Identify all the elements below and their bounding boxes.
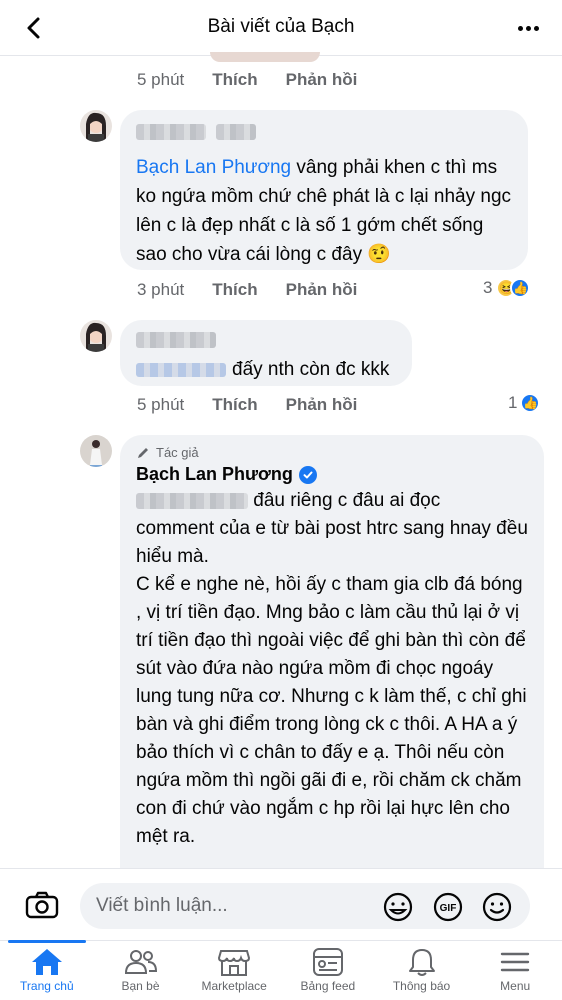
- svg-text:GIF: GIF: [440, 903, 457, 914]
- nav-feed-label: Bảng feed: [300, 979, 356, 993]
- more-icon-dot: [525, 25, 531, 31]
- bell-icon: [408, 949, 435, 976]
- comment-text-part: đấy nth còn đc kkk: [232, 359, 390, 380]
- home-icon: [31, 949, 62, 975]
- camera-icon: [25, 891, 59, 919]
- comment-bubble: đấy nth còn đc kkk: [120, 320, 412, 386]
- bottom-navigation: Trang chủ Bạn bè Marketplace Bảng feed T…: [0, 940, 562, 1000]
- comment-actions: 5 phút Thích Phản hồi: [137, 395, 357, 415]
- comment-text-part: vâng phải khen c thì: [291, 157, 467, 178]
- more-options-button[interactable]: [512, 12, 544, 44]
- like-button[interactable]: Thích: [212, 70, 257, 90]
- feed-icon: [312, 948, 343, 976]
- like-button[interactable]: Thích: [212, 280, 257, 300]
- blurred-username: [136, 332, 396, 353]
- comment-actions: 3 phút Thích Phản hồi: [137, 280, 357, 300]
- reaction-count: 1: [508, 393, 518, 412]
- reply-button[interactable]: Phản hồi: [286, 395, 358, 415]
- comment-text: đấy nth còn đc kkk: [136, 355, 396, 384]
- page-title: Bài viết của Bạch: [207, 16, 355, 37]
- nav-friends[interactable]: Bạn bè: [94, 941, 188, 1000]
- pencil-icon: [138, 447, 148, 458]
- reaction-summary[interactable]: 3 😆 👍: [483, 278, 531, 298]
- reply-button[interactable]: Phản hồi: [286, 70, 358, 90]
- comment-input-placeholder: Viết bình luận...: [96, 895, 228, 916]
- like-button[interactable]: Thích: [212, 395, 257, 415]
- nav-menu-label: Menu: [500, 979, 531, 993]
- avatar-photo: [80, 435, 112, 467]
- previous-comment-bubble-edge: [210, 52, 320, 62]
- nav-marketplace[interactable]: Marketplace: [187, 941, 281, 1000]
- blurred-name-part: [136, 332, 216, 348]
- author-name[interactable]: Bạch Lan Phương: [136, 464, 528, 485]
- blurred-name-part: [136, 124, 206, 140]
- marketplace-icon: [218, 950, 251, 976]
- comment-actions: 5 phút Thích Phản hồi: [137, 70, 357, 90]
- author-avatar[interactable]: [80, 435, 112, 467]
- nav-notifications[interactable]: Thông báo: [375, 941, 469, 1000]
- gif-button[interactable]: GIF: [432, 891, 464, 923]
- author-name-label: Bạch Lan Phương: [136, 464, 293, 484]
- nav-friends-label: Bạn bè: [121, 979, 160, 993]
- comment-composer: Viết bình luận... GIF: [0, 868, 562, 940]
- avatar-photo: [80, 320, 112, 352]
- more-icon: [517, 25, 523, 31]
- comment-time: 5 phút: [137, 70, 185, 89]
- comment-time: 3 phút: [137, 280, 185, 299]
- avatar[interactable]: [80, 110, 112, 142]
- reaction-summary[interactable]: 1 👍: [508, 393, 541, 413]
- reply-button[interactable]: Phản hồi: [286, 280, 358, 300]
- sticker-icon: [383, 892, 413, 922]
- emoji-button[interactable]: [481, 891, 513, 923]
- nav-notifications-label: Thông báo: [392, 979, 451, 993]
- friends-icon: [124, 950, 157, 974]
- like-reaction-icon: 👍: [520, 393, 541, 413]
- avatar[interactable]: [80, 320, 112, 352]
- reaction-count: 3: [483, 278, 493, 297]
- like-reaction-icon: 👍: [510, 278, 531, 298]
- blurred-name-part: [216, 124, 257, 140]
- sticker-button[interactable]: [382, 891, 414, 923]
- menu-icon: [500, 952, 530, 972]
- top-bar: Bài viết của Bạch: [0, 0, 562, 56]
- author-badge: Tác giả: [136, 445, 528, 460]
- author-text-part: đâu riêng c đâu ai đọc: [248, 490, 441, 511]
- nav-menu[interactable]: Menu: [468, 941, 562, 1000]
- blurred-mention: [136, 492, 248, 509]
- comment-bubble: Bạch Lan Phương vâng phải khen c thì ms …: [120, 110, 528, 270]
- avatar-photo: [80, 110, 112, 142]
- mention-tag[interactable]: Bạch Lan Phương: [136, 157, 291, 178]
- gif-icon: GIF: [433, 892, 463, 922]
- nav-home[interactable]: Trang chủ: [0, 940, 94, 1000]
- author-text-rest: comment của e từ bài post htrc sang hnay…: [136, 518, 528, 847]
- comment-text: Bạch Lan Phương vâng phải khen c thì ms …: [136, 153, 512, 269]
- blurred-mention: [136, 362, 226, 377]
- author-comment-bubble: Tác giả Bạch Lan Phương đâu riêng c đâu …: [120, 435, 544, 905]
- emoji-icon: [482, 892, 512, 922]
- nav-home-label: Trang chủ: [20, 979, 74, 993]
- verified-badge-icon: [298, 465, 317, 484]
- author-comment-text: đâu riêng c đâu ai đọc comment của e từ …: [136, 487, 528, 851]
- blurred-username: [136, 124, 512, 145]
- camera-button[interactable]: [22, 887, 62, 923]
- more-icon-dot: [533, 25, 539, 31]
- author-badge-label: Tác giả: [156, 445, 199, 460]
- nav-feed[interactable]: Bảng feed: [281, 941, 375, 1000]
- comment-time: 5 phút: [137, 395, 185, 414]
- nav-marketplace-label: Marketplace: [201, 979, 267, 993]
